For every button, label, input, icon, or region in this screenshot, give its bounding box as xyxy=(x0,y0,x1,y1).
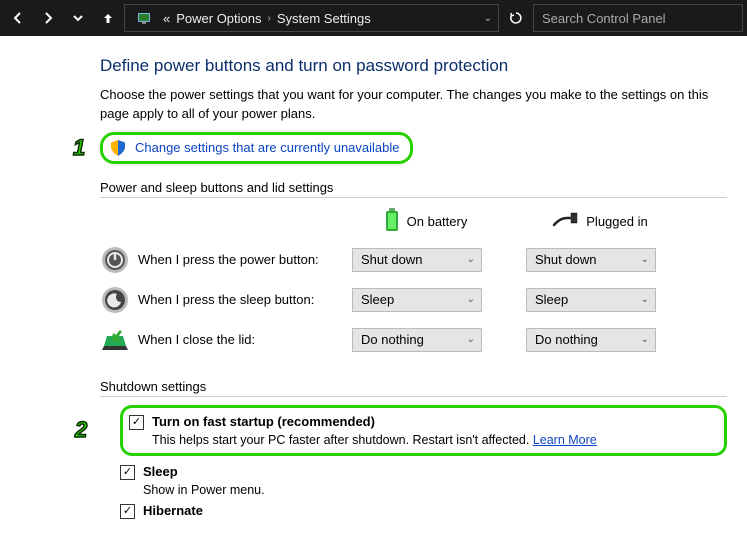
chevron-down-icon[interactable]: ⌄ xyxy=(484,13,492,24)
row-sleep-button: When I press the sleep button: Sleep ⌄ S… xyxy=(100,285,727,315)
row-lid: When I close the lid: Do nothing ⌄ Do no… xyxy=(100,325,727,355)
fast-startup-desc-text: This helps start your PC faster after sh… xyxy=(152,433,533,447)
recent-dropdown[interactable] xyxy=(64,4,92,32)
hibernate-checkbox[interactable]: ✓ xyxy=(120,504,135,519)
column-headers: On battery Plugged in xyxy=(100,208,727,235)
addr-part-2[interactable]: System Settings xyxy=(277,11,371,26)
section-header-shutdown: Shutdown settings xyxy=(100,379,727,397)
annotation-box-2: 2 ✓ Turn on fast startup (recommended) T… xyxy=(120,405,727,456)
sleep-button-plugged-select[interactable]: Sleep ⌄ xyxy=(526,288,656,312)
hibernate-label: Hibernate xyxy=(143,503,203,518)
power-button-plugged-select[interactable]: Shut down ⌄ xyxy=(526,248,656,272)
column-header-plugged: Plugged in xyxy=(536,208,664,235)
power-button-icon xyxy=(100,245,130,275)
page-description: Choose the power settings that you want … xyxy=(100,86,727,124)
lid-battery-value: Do nothing xyxy=(361,332,424,347)
power-button-plugged-value: Shut down xyxy=(535,252,596,267)
lid-battery-select[interactable]: Do nothing ⌄ xyxy=(352,328,482,352)
address-bar[interactable]: « Power Options › System Settings ⌄ xyxy=(124,4,499,32)
lid-plugged-select[interactable]: Do nothing ⌄ xyxy=(526,328,656,352)
row-lid-label: When I close the lid: xyxy=(130,332,352,347)
control-panel-icon xyxy=(133,7,155,29)
section-header-buttons-lid: Power and sleep buttons and lid settings xyxy=(100,180,727,198)
sleep-button-battery-value: Sleep xyxy=(361,292,394,307)
addr-prefix: « xyxy=(163,11,170,26)
row-power-button-label: When I press the power button: xyxy=(130,252,352,267)
chevron-down-icon: ⌄ xyxy=(467,294,475,305)
sleep-desc: Show in Power menu. xyxy=(120,483,727,497)
column-header-battery: On battery xyxy=(362,208,490,235)
battery-icon xyxy=(385,208,399,235)
lid-plugged-value: Do nothing xyxy=(535,332,598,347)
column-battery-label: On battery xyxy=(407,214,468,229)
sleep-button-plugged-value: Sleep xyxy=(535,292,568,307)
page-title: Define power buttons and turn on passwor… xyxy=(100,56,727,76)
annotation-box-1: 1 Change settings that are currently una… xyxy=(100,132,413,164)
chevron-down-icon: ⌄ xyxy=(467,334,475,345)
sleep-checkbox[interactable]: ✓ xyxy=(120,465,135,480)
chevron-right-icon: › xyxy=(268,13,271,24)
change-settings-link[interactable]: Change settings that are currently unava… xyxy=(135,140,400,155)
chevron-down-icon: ⌄ xyxy=(467,254,475,265)
learn-more-link[interactable]: Learn More xyxy=(533,433,597,447)
chevron-down-icon: ⌄ xyxy=(641,254,649,265)
up-button[interactable] xyxy=(94,4,122,32)
fast-startup-checkbox[interactable]: ✓ xyxy=(129,415,144,430)
plug-icon xyxy=(552,212,578,231)
addr-part-1[interactable]: Power Options xyxy=(176,11,261,26)
chevron-down-icon: ⌄ xyxy=(641,294,649,305)
content-area: Define power buttons and turn on passwor… xyxy=(0,36,747,541)
row-power-button: When I press the power button: Shut down… xyxy=(100,245,727,275)
sleep-button-icon xyxy=(100,285,130,315)
callout-number-2: 2 xyxy=(75,417,87,443)
forward-button[interactable] xyxy=(34,4,62,32)
search-placeholder: Search Control Panel xyxy=(542,11,666,26)
lid-icon xyxy=(100,325,130,355)
power-button-battery-select[interactable]: Shut down ⌄ xyxy=(352,248,482,272)
titlebar: « Power Options › System Settings ⌄ Sear… xyxy=(0,0,747,36)
fast-startup-desc: This helps start your PC faster after sh… xyxy=(129,433,714,447)
refresh-button[interactable] xyxy=(501,4,531,32)
sleep-label: Sleep xyxy=(143,464,178,479)
chevron-down-icon: ⌄ xyxy=(641,334,649,345)
power-button-battery-value: Shut down xyxy=(361,252,422,267)
sleep-button-battery-select[interactable]: Sleep ⌄ xyxy=(352,288,482,312)
back-button[interactable] xyxy=(4,4,32,32)
shutdown-settings: 2 ✓ Turn on fast startup (recommended) T… xyxy=(100,405,727,521)
shield-icon xyxy=(109,139,127,157)
row-sleep-button-label: When I press the sleep button: xyxy=(130,292,352,307)
column-plugged-label: Plugged in xyxy=(586,214,647,229)
fast-startup-label: Turn on fast startup (recommended) xyxy=(152,414,375,429)
search-input[interactable]: Search Control Panel xyxy=(533,4,743,32)
callout-number-1: 1 xyxy=(73,135,85,161)
